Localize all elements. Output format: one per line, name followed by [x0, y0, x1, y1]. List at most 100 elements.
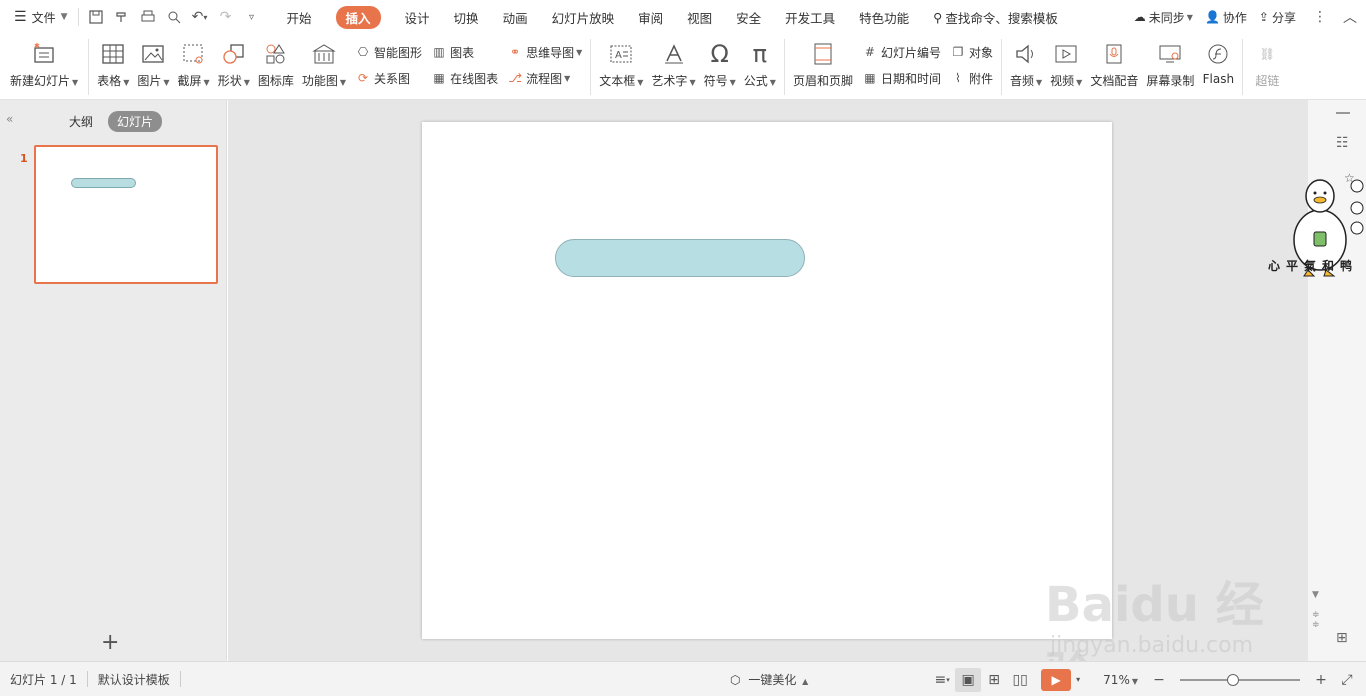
microphone-icon: [1098, 39, 1130, 69]
flash-button[interactable]: Flash: [1198, 34, 1238, 100]
tab-insert[interactable]: 插入: [324, 0, 393, 34]
chevron-down-icon[interactable]: ▾: [1071, 668, 1085, 692]
print-icon[interactable]: [135, 0, 161, 34]
video-button[interactable]: 视频 ▼: [1046, 34, 1086, 100]
flowchart-button[interactable]: ⎇ 流程图 ▼: [502, 65, 586, 91]
tab-developer[interactable]: 开发工具: [773, 0, 847, 34]
screenshot-button[interactable]: 截屏 ▼: [174, 34, 214, 100]
tab-review[interactable]: 审阅: [626, 0, 675, 34]
header-footer-icon: [807, 39, 839, 69]
hyperlink-button[interactable]: ⛓ 超链: [1247, 34, 1287, 100]
attachment-button[interactable]: ⌇ 附件: [945, 65, 997, 91]
smart-shape-button[interactable]: ⎔ 智能图形: [350, 39, 426, 65]
zoom-level[interactable]: 71% ▼: [1095, 673, 1146, 687]
fit-window-icon[interactable]: ⤢: [1334, 668, 1360, 692]
building-icon: [308, 39, 340, 69]
customize-toolbar-icon[interactable]: ▿: [239, 0, 265, 34]
slide[interactable]: [422, 122, 1112, 639]
settings-sliders-icon[interactable]: ☷: [1336, 135, 1349, 151]
header-footer-button[interactable]: 页眉和页脚: [789, 34, 857, 100]
wordart-button[interactable]: 艺术字 ▼: [647, 34, 699, 100]
scroll-arrow-icon[interactable]: ▼ ≑ ≑: [1312, 590, 1320, 630]
reading-view-icon[interactable]: ▯▯: [1007, 668, 1033, 692]
table-button[interactable]: 表格 ▼: [93, 34, 133, 100]
zoom-slider[interactable]: [1180, 673, 1300, 686]
tab-security[interactable]: 安全: [724, 0, 773, 34]
new-slide-button[interactable]: ✱ 新建幻灯片 ▼: [0, 34, 84, 100]
share-button[interactable]: ⇪ 分享: [1253, 0, 1302, 34]
search-command[interactable]: ⚲ 查找命令、搜索模板: [921, 0, 1070, 34]
sync-button[interactable]: ☁ 未同步 ▼: [1128, 0, 1199, 34]
file-menu-button[interactable]: ☰ 文件 ▼: [0, 0, 74, 34]
zoom-label: 71%: [1103, 672, 1130, 687]
zoom-in-icon[interactable]: +: [1308, 668, 1334, 692]
format-painter-icon[interactable]: [109, 0, 135, 34]
svg-text:☆: ☆: [1344, 171, 1355, 185]
symbol-button[interactable]: Ω 符号 ▼: [700, 34, 740, 100]
zoom-slider-thumb[interactable]: [1227, 673, 1240, 686]
tab-transition[interactable]: 切换: [442, 0, 491, 34]
rounded-rectangle-shape[interactable]: [555, 239, 805, 277]
collapse-panel-icon[interactable]: «: [6, 112, 13, 126]
tab-special[interactable]: 特色功能: [847, 0, 921, 34]
zoom-out-icon[interactable]: −: [1146, 668, 1172, 692]
template-name[interactable]: 默认设计模板: [88, 671, 180, 688]
chart-button[interactable]: ▥ 图表: [426, 39, 502, 65]
slide-thumbnail[interactable]: [34, 145, 218, 284]
undo-icon[interactable]: ↶ ▾: [187, 0, 213, 34]
formula-button[interactable]: π 公式 ▼: [740, 34, 780, 100]
chevron-down-icon: ▼: [564, 73, 571, 83]
chevron-up-icon: ▲: [802, 677, 809, 686]
date-time-label: 日期和时间: [880, 71, 941, 86]
collab-button[interactable]: 👤 协作: [1199, 0, 1253, 34]
mindmap-button[interactable]: ⚭ 思维导图 ▼: [502, 39, 586, 65]
tab-design[interactable]: 设计: [393, 0, 442, 34]
picture-button[interactable]: 图片 ▼: [133, 34, 173, 100]
more-icon[interactable]: ⋮: [1306, 0, 1334, 34]
play-slideshow-button[interactable]: ▶: [1041, 668, 1072, 691]
hamburger-icon: ☰: [14, 9, 27, 25]
normal-view-icon[interactable]: ▣: [955, 667, 982, 692]
icon-lib-button[interactable]: 图标库: [254, 34, 298, 100]
scissors-icon: [178, 39, 210, 69]
tab-view[interactable]: 视图: [675, 0, 724, 34]
svg-text:A: A: [615, 50, 622, 61]
slide-sorter-icon[interactable]: ⊞: [981, 668, 1007, 692]
func-chart-button[interactable]: 功能图 ▼: [298, 34, 350, 100]
chevron-down-icon: ▼: [203, 78, 210, 87]
textbox-button[interactable]: A 文本框 ▼: [595, 34, 647, 100]
tab-start[interactable]: 开始: [275, 0, 324, 34]
divider: [1336, 112, 1350, 114]
object-label: 对象: [968, 45, 993, 60]
print-preview-icon[interactable]: [161, 0, 187, 34]
beautify-button[interactable]: ⬡ 一键美化 ▲: [720, 671, 818, 688]
mindmap-icon: ⚭: [510, 45, 521, 59]
doc-dub-button[interactable]: 文档配音: [1086, 34, 1142, 100]
search-icon: ⚲: [933, 9, 943, 25]
tab-slideshow[interactable]: 幻灯片放映: [540, 0, 627, 34]
date-time-button[interactable]: ▦ 日期和时间: [857, 65, 945, 91]
tab-animation[interactable]: 动画: [491, 0, 540, 34]
save-icon[interactable]: [83, 0, 109, 34]
tab-outline[interactable]: 大纲: [60, 111, 102, 132]
object-button[interactable]: ❐ 对象: [945, 39, 997, 65]
share-label: 分享: [1271, 10, 1296, 25]
collapse-ribbon-icon[interactable]: ︿: [1334, 0, 1366, 34]
apps-grid-icon[interactable]: ⊞: [1336, 630, 1348, 646]
speaker-icon: [1010, 39, 1042, 69]
flowchart-label: 流程图: [526, 71, 563, 86]
shape-button[interactable]: 形状 ▼: [214, 34, 254, 100]
slide-thumb-number: 1: [20, 152, 28, 165]
online-chart-button[interactable]: ▦ 在线图表: [426, 65, 502, 91]
new-slide-label: 新建幻灯片: [10, 74, 71, 88]
redo-icon[interactable]: ↷: [213, 0, 239, 34]
ribbon-group-smart: ⎔ 智能图形 ⟳ 关系图: [350, 34, 426, 100]
add-slide-icon[interactable]: +: [101, 630, 119, 655]
screen-record-button[interactable]: 屏幕录制: [1142, 34, 1198, 100]
relation-button[interactable]: ⟳ 关系图: [350, 65, 426, 91]
wordart-icon: [658, 39, 690, 69]
tab-slides[interactable]: 幻灯片: [108, 111, 163, 132]
notes-toggle-icon[interactable]: ≡ ▾: [929, 668, 955, 692]
audio-button[interactable]: 音频 ▼: [1006, 34, 1046, 100]
slide-number-button[interactable]: # 幻灯片编号: [857, 39, 945, 65]
